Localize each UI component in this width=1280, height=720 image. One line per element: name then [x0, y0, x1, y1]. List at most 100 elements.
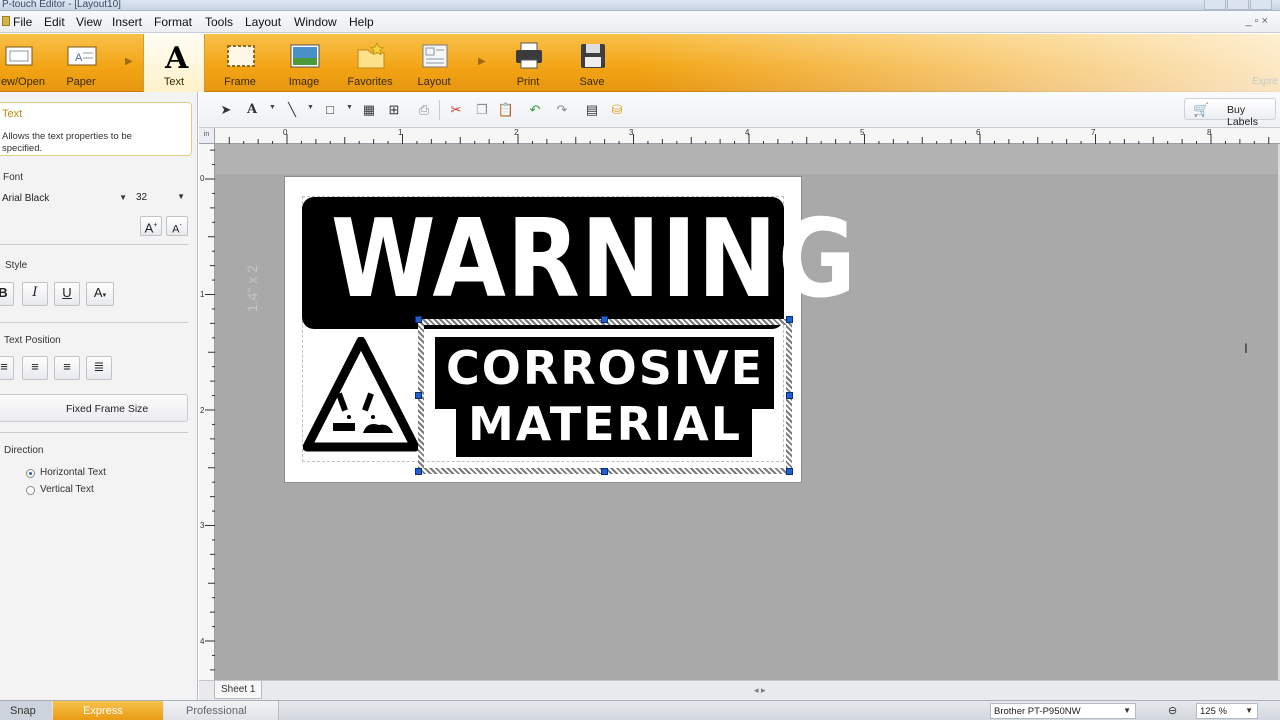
barcode-tool-icon[interactable]: ⊞	[385, 101, 403, 119]
snap-mode-button[interactable]: Snap	[0, 701, 52, 720]
zoom-select[interactable]: 125 % ▼	[1196, 703, 1258, 719]
minimize-button[interactable]	[1204, 0, 1226, 10]
chevron-down-icon[interactable]: ▼	[346, 104, 353, 111]
properties-icon[interactable]: ▤	[583, 101, 601, 119]
increase-font-button[interactable]: A+	[140, 216, 162, 236]
resize-handle[interactable]	[601, 468, 608, 475]
line-tool-icon[interactable]: ╲	[283, 101, 301, 119]
app-menu-icon[interactable]	[2, 16, 10, 26]
menu-edit[interactable]: Edit	[44, 15, 65, 29]
menu-layout[interactable]: Layout	[245, 15, 281, 29]
h-ruler-number: 6	[976, 128, 981, 137]
menu-format[interactable]: Format	[154, 15, 192, 29]
material-text[interactable]: MATERIAL	[425, 399, 785, 449]
menu-tools[interactable]: Tools	[205, 15, 233, 29]
undo-icon[interactable]: ↶	[526, 101, 544, 119]
express-mode-tab[interactable]: Express	[53, 701, 163, 720]
chevron-down-icon: ▼	[177, 192, 185, 201]
label-page: WARNING CORROSIVE MATERIAL	[284, 176, 856, 483]
resize-handle[interactable]	[786, 392, 793, 399]
horizontal-ruler: 0 1 2 3 4 5 6 7 8	[215, 128, 1280, 144]
italic-button[interactable]: I	[22, 282, 48, 306]
layout-button[interactable]: Layout	[403, 34, 465, 92]
h-ruler-number: 8	[1207, 128, 1212, 137]
image-button[interactable]: Image	[273, 34, 335, 92]
image-label: Image	[288, 76, 320, 88]
chevron-down-icon[interactable]: ▼	[307, 104, 314, 111]
style-label: Style	[5, 260, 28, 271]
professional-mode-tab[interactable]: Professional	[164, 701, 279, 720]
font-combo[interactable]: Arial Black ▼	[0, 192, 130, 208]
select-arrow-icon[interactable]: ➤	[217, 101, 235, 119]
table-tool-icon[interactable]: ▦	[360, 101, 378, 119]
ribbon-arrow-icon: ▶	[125, 56, 133, 67]
justify-button[interactable]: ≣	[86, 356, 112, 380]
text-cursor-icon: I	[1244, 340, 1248, 356]
text-tool-icon[interactable]: A	[243, 101, 261, 119]
close-window-button[interactable]	[1250, 0, 1272, 10]
vertical-ruler: 0 1 2 3 4	[199, 144, 215, 680]
cart-icon: 🛒	[1193, 102, 1210, 117]
save-button[interactable]: Save	[561, 34, 623, 92]
corrosive-text[interactable]: CORROSIVE	[425, 343, 785, 393]
align-center-button[interactable]: ≡	[22, 356, 48, 380]
underline-button[interactable]: U	[54, 282, 80, 306]
resize-handle[interactable]	[786, 316, 793, 323]
express-label: Express	[83, 705, 123, 717]
align-left-button[interactable]: ≡	[0, 356, 14, 380]
database-icon[interactable]: ⛁	[608, 101, 626, 119]
menu-view[interactable]: View	[76, 15, 102, 29]
printer-select[interactable]: Brother PT-P950NW ▼	[990, 703, 1136, 719]
new-open-label: New/Open	[0, 76, 45, 88]
horizontal-radio[interactable]	[26, 469, 35, 478]
fixed-frame-size-label: Fixed Frame Size	[66, 403, 149, 415]
font-size-combo[interactable]: 32 ▼	[134, 191, 188, 207]
resize-handle[interactable]	[601, 316, 608, 323]
favorites-button[interactable]: Favorites	[339, 34, 401, 92]
buy-labels-button[interactable]: 🛒 Buy Labels	[1184, 98, 1276, 128]
menu-file[interactable]: File	[13, 15, 32, 29]
favorites-icon	[357, 42, 385, 69]
zoom-out-icon[interactable]: ⊖	[1168, 704, 1177, 717]
resize-handle[interactable]	[415, 468, 422, 475]
cut-icon[interactable]: ✂	[447, 101, 465, 119]
svg-text:A: A	[164, 41, 189, 71]
professional-label: Professional	[186, 705, 247, 717]
image-icon	[290, 44, 320, 68]
menu-help[interactable]: Help	[349, 15, 374, 29]
align-right-button[interactable]: ≡	[54, 356, 80, 380]
frame-button[interactable]: Frame	[209, 34, 271, 92]
h-ruler-number: 7	[1091, 128, 1096, 137]
maximize-button[interactable]	[1227, 0, 1249, 10]
warning-banner[interactable]: WARNING	[302, 197, 856, 329]
resize-handle[interactable]	[415, 392, 422, 399]
mdi-controls[interactable]: _ ▫ ×	[1245, 15, 1268, 27]
new-open-button[interactable]: New/Open	[0, 34, 50, 92]
paper-button[interactable]: A Paper	[50, 34, 112, 92]
menu-window[interactable]: Window	[294, 15, 337, 29]
sheet-tab[interactable]: Sheet 1	[214, 681, 262, 699]
horizontal-scroll-icon[interactable]: ◂ ▸	[754, 685, 766, 696]
chevron-down-icon[interactable]: ▼	[269, 104, 276, 111]
bold-button[interactable]: B	[0, 282, 14, 306]
vertical-radio[interactable]	[26, 486, 35, 495]
rectangle-tool-icon[interactable]: □	[321, 101, 339, 119]
menu-insert[interactable]: Insert	[112, 15, 142, 29]
decrease-font-button[interactable]: A-	[166, 216, 188, 236]
print-preview-icon[interactable]: ⎙	[415, 101, 433, 119]
text-button[interactable]: A Text	[143, 34, 205, 92]
layout-icon	[422, 44, 448, 68]
print-button[interactable]: Print	[497, 34, 559, 92]
redo-icon[interactable]: ↷	[553, 101, 571, 119]
drawing-toolbar: ➤ A ▼ ╲ ▼ □ ▼ ▦ ⊞ ⎙ ✂ ❐ 📋 ↶ ↷ ▤ ⛁ 🛒 Buy …	[199, 92, 1280, 128]
copy-icon[interactable]: ❐	[473, 101, 491, 119]
h-ruler-number: 5	[860, 128, 865, 137]
text-effect-button[interactable]: A▾	[86, 282, 114, 306]
title-bar: P-touch Editor - [Layout10]	[0, 0, 1280, 11]
fixed-frame-size-button[interactable]: Fixed Frame Size	[0, 394, 188, 422]
paste-icon[interactable]: 📋	[497, 101, 515, 119]
resize-handle[interactable]	[415, 316, 422, 323]
favorites-label: Favorites	[347, 76, 393, 88]
resize-handle[interactable]	[786, 468, 793, 475]
corrosive-hazard-icon[interactable]	[303, 337, 419, 455]
